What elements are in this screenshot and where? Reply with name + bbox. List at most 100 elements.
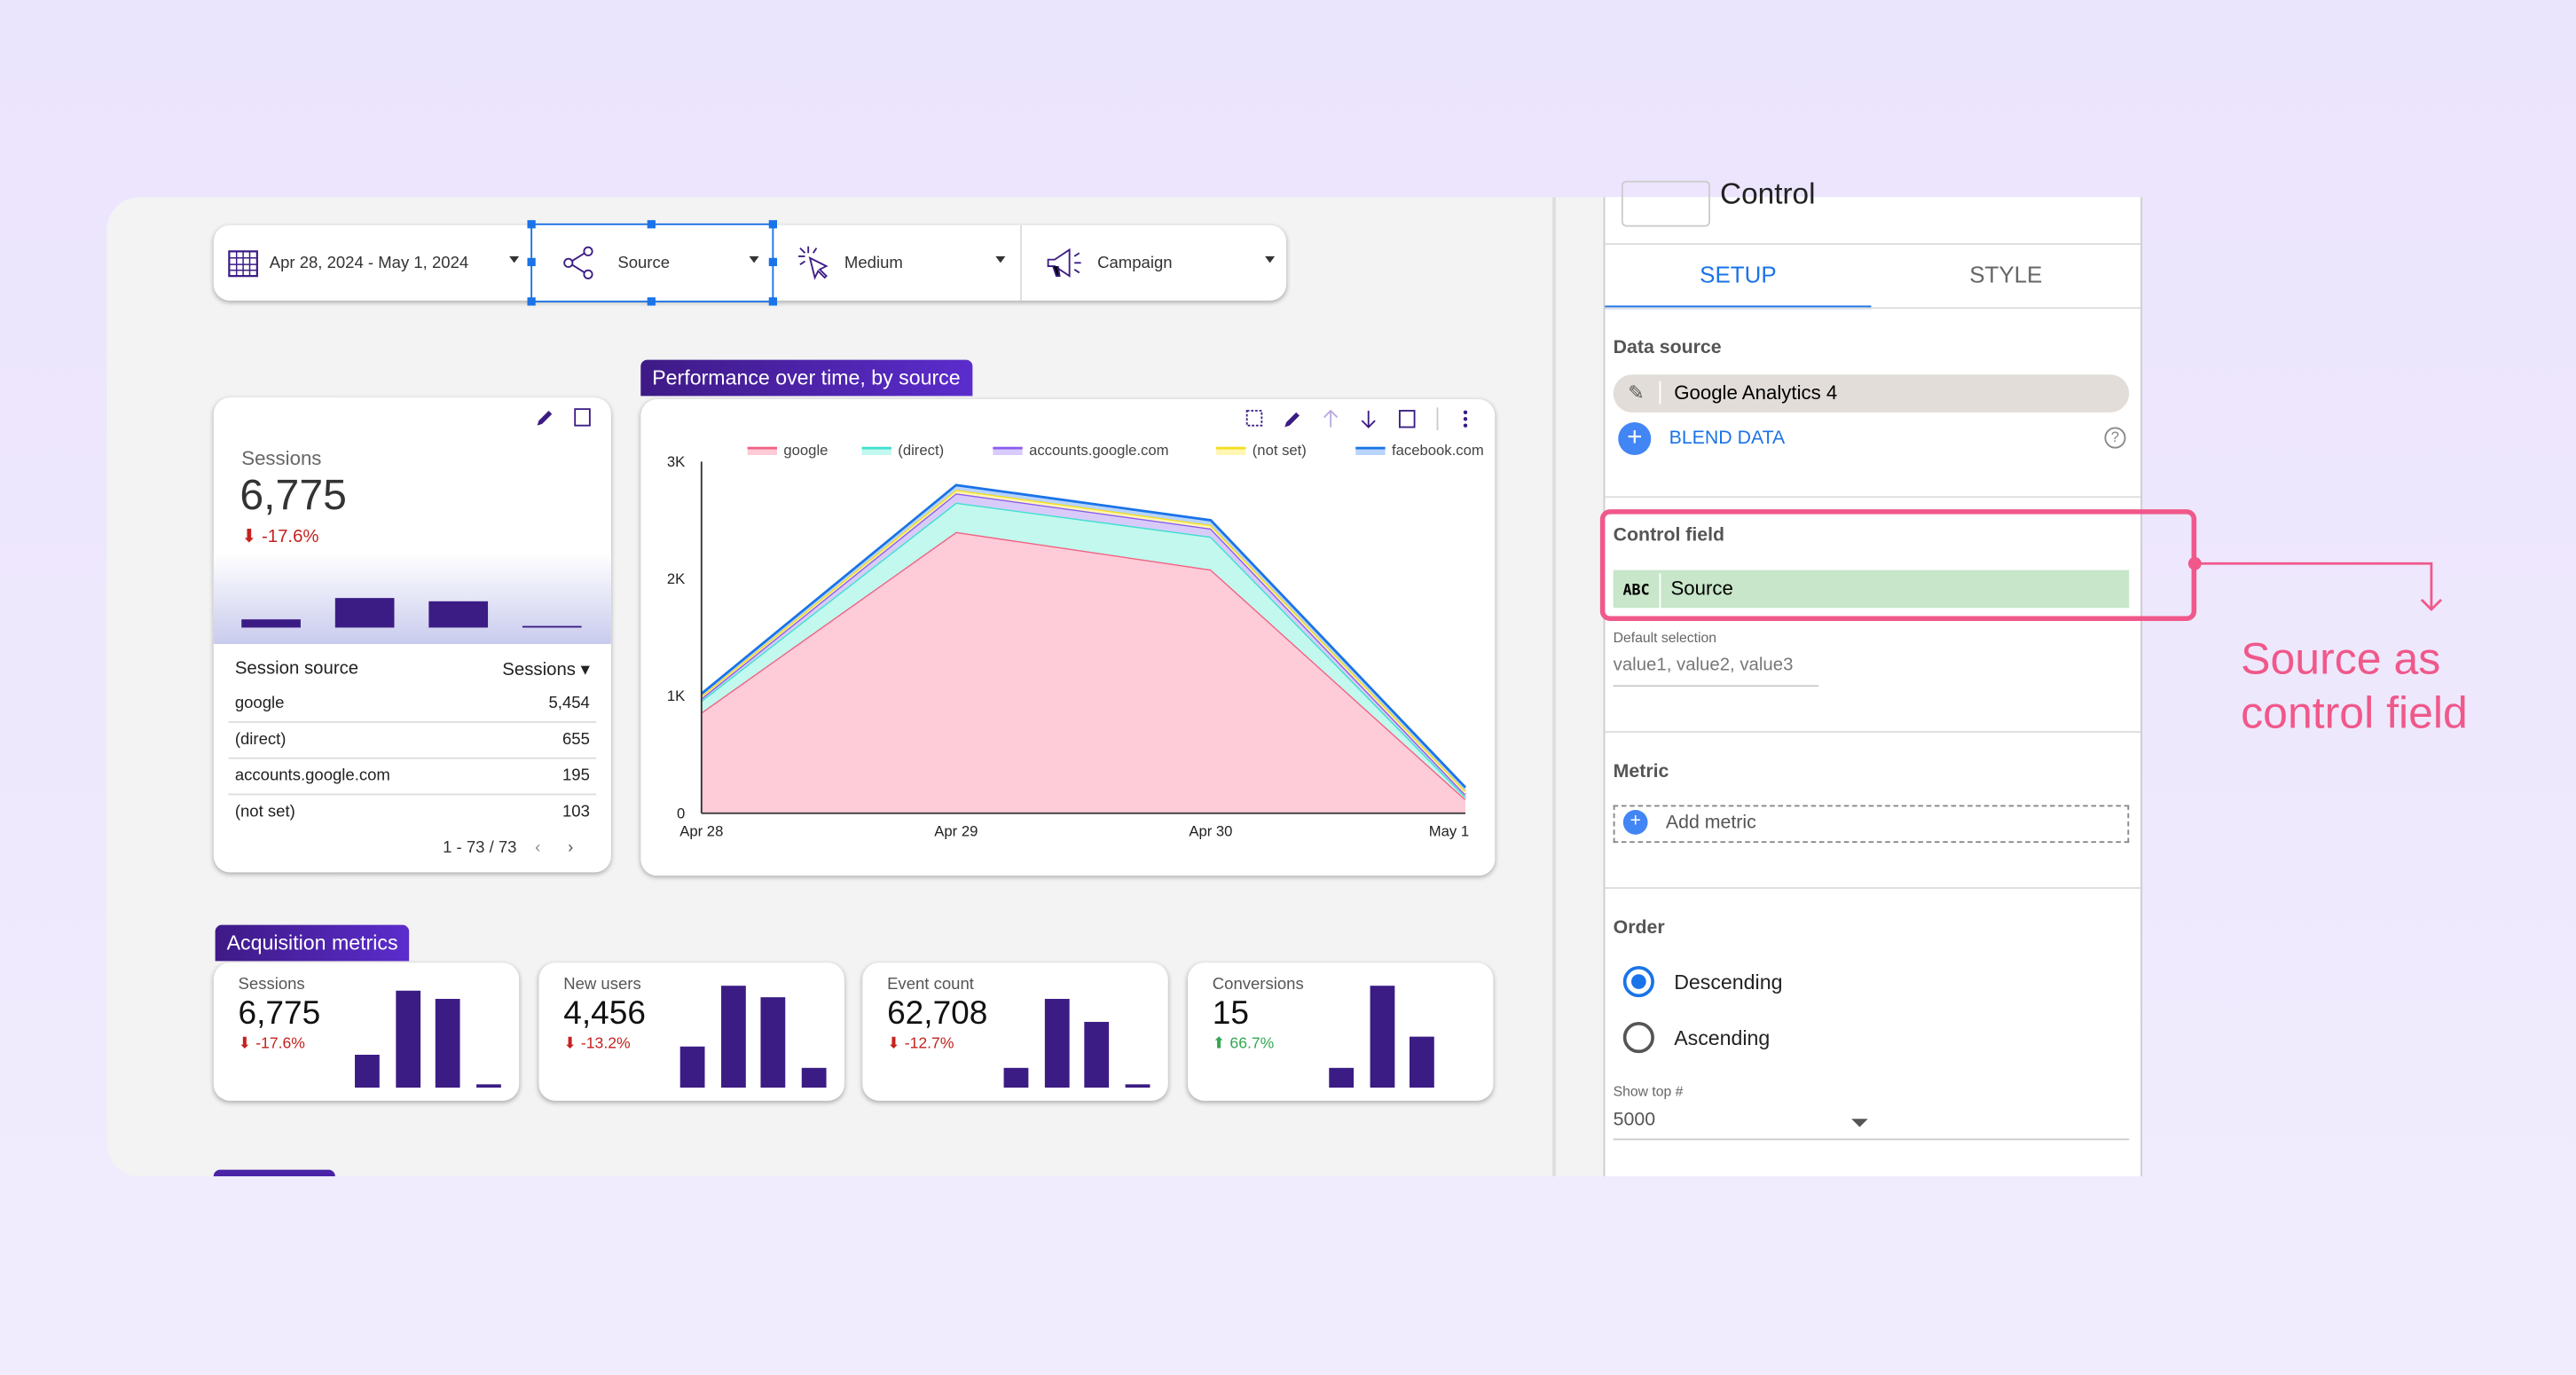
- chart-settings-icon: [574, 408, 591, 427]
- share-icon: [563, 246, 593, 279]
- legend-label: facebook.com: [1392, 442, 1484, 459]
- legend-label: (direct): [898, 442, 944, 459]
- metric-label: Metric: [1613, 762, 1669, 782]
- annotation-highlight-box: [1599, 509, 2197, 622]
- table-header: Session source Sessions ▾: [234, 658, 590, 680]
- sessions-value: 6,775: [240, 469, 347, 520]
- stage: Apr 28, 2024 - May 1, 2024 Source Medium…: [0, 0, 2576, 1375]
- medium-control[interactable]: Medium: [775, 225, 1018, 301]
- scorecard-event-count[interactable]: Event count 62,708 ⬇ -12.7%: [862, 962, 1168, 1101]
- legend-label: accounts.google.com: [1029, 442, 1168, 459]
- scorecard-bar: [679, 1047, 705, 1088]
- scorecard-bar: [435, 999, 460, 1088]
- add-icon: +: [1622, 810, 1648, 836]
- control-type-icon: [1621, 180, 1710, 227]
- arrow-up-icon[interactable]: [1323, 409, 1339, 428]
- scorecard-bar: [720, 986, 745, 1088]
- radio-ascending[interactable]: Ascending: [1622, 1021, 1770, 1054]
- y-tick-label: 3K: [667, 453, 685, 470]
- y-tick-label: 0: [677, 805, 685, 821]
- radio-checked-icon: [1622, 965, 1654, 998]
- table-row[interactable]: google 5,454: [228, 687, 597, 723]
- scorecard-bar: [1084, 1021, 1110, 1088]
- scorecard-label: Event count: [887, 976, 974, 994]
- section-tab: [213, 1169, 335, 1177]
- scorecard-change: ⬆ 66.7%: [1212, 1034, 1275, 1054]
- scorecard-bar: [1043, 999, 1069, 1088]
- legend-item[interactable]: (direct): [861, 442, 945, 459]
- edit-data-source-icon[interactable]: ✎: [1614, 374, 1660, 412]
- x-tick-label: Apr 30: [1189, 823, 1232, 840]
- scorecard-sessions[interactable]: Sessions 6,775 ⬇ -17.6%: [213, 962, 520, 1101]
- scorecard-new-users[interactable]: New users 4,456 ⬇ -13.2%: [538, 962, 844, 1101]
- annotation-text: Source as control field: [2241, 633, 2468, 738]
- date-range-label: Apr 28, 2024 - May 1, 2024: [269, 254, 469, 272]
- scorecard-label: Sessions: [238, 976, 305, 994]
- show-top-label: Show top #: [1613, 1082, 1684, 1099]
- acquisition-title: Acquisition metrics: [215, 924, 410, 962]
- more-icon[interactable]: [1463, 410, 1468, 428]
- scorecard-bar: [1369, 986, 1394, 1088]
- campaign-label: Campaign: [1097, 254, 1173, 272]
- y-tick-label: 1K: [667, 688, 685, 704]
- click-icon: [798, 246, 829, 280]
- trend-up-icon: ⬆: [1212, 1034, 1226, 1054]
- sessions-change: ⬇ -17.6%: [241, 527, 319, 547]
- blend-plus-icon[interactable]: +: [1618, 421, 1652, 456]
- trend-down-icon: ⬇: [563, 1034, 577, 1054]
- order-label: Order: [1613, 918, 1665, 939]
- help-icon[interactable]: ?: [2104, 427, 2126, 449]
- scorecard-bar: [475, 1083, 500, 1088]
- table-row[interactable]: (direct) 655: [228, 723, 597, 759]
- scorecard-bar: [1329, 1067, 1355, 1088]
- blend-data-button[interactable]: BLEND DATA: [1669, 428, 1786, 448]
- x-tick-label: Apr 29: [934, 823, 978, 840]
- source-table: Session source Sessions ▾ google 5,454 (dir…: [228, 652, 597, 868]
- legend-item[interactable]: (not set): [1216, 442, 1307, 459]
- add-metric-button[interactable]: + Add metric: [1613, 805, 2130, 844]
- card-toolbar: [537, 408, 591, 427]
- x-tick-label: Apr 28: [679, 823, 723, 840]
- data-source-chip[interactable]: ✎ Google Analytics 4: [1613, 374, 2130, 412]
- tab-setup[interactable]: SETUP: [1605, 243, 1872, 310]
- scorecard-value: 15: [1212, 995, 1249, 1033]
- panel-title: Control: [1720, 177, 1816, 211]
- legend-item[interactable]: accounts.google.com: [993, 442, 1168, 459]
- date-range-control[interactable]: Apr 28, 2024 - May 1, 2024: [214, 225, 532, 301]
- sessions-sort-header[interactable]: Sessions ▾: [502, 659, 590, 680]
- scorecard-bar: [395, 990, 420, 1088]
- legend-item[interactable]: facebook.com: [1355, 442, 1484, 459]
- next-page-button[interactable]: ›: [568, 839, 573, 857]
- chart-toolbar: [1245, 407, 1468, 431]
- radio-descending[interactable]: Descending: [1622, 965, 1782, 998]
- medium-label: Medium: [844, 254, 903, 272]
- sparkline-bar: [334, 598, 395, 628]
- edit-icon[interactable]: [1284, 412, 1300, 428]
- trend-down-icon: ⬇: [887, 1034, 900, 1054]
- prev-page-button[interactable]: ‹: [535, 839, 540, 857]
- table-row[interactable]: accounts.google.com 195: [228, 759, 597, 796]
- annotation-arrow: [2187, 556, 2443, 612]
- x-tick-label: May 1: [1429, 823, 1469, 840]
- scorecard-change: ⬇ -17.6%: [238, 1034, 305, 1054]
- campaign-control[interactable]: Campaign: [1020, 224, 1288, 301]
- scorecard-value: 4,456: [563, 995, 646, 1033]
- scorecard-bar: [760, 997, 786, 1088]
- arrow-down-icon[interactable]: [1361, 410, 1376, 428]
- tab-style[interactable]: STYLE: [1871, 243, 2140, 305]
- scorecard-bar: [1410, 1036, 1434, 1088]
- legend-item[interactable]: google: [747, 442, 829, 459]
- scorecard-conversions[interactable]: Conversions 15 ⬆ 66.7%: [1187, 962, 1494, 1101]
- sparkline-bar: [241, 618, 301, 628]
- default-selection-input[interactable]: value1, value2, value3: [1613, 656, 1819, 688]
- scorecard-label: Conversions: [1212, 976, 1304, 994]
- show-top-select[interactable]: 5000: [1613, 1111, 2130, 1141]
- chart-settings-icon[interactable]: [1398, 410, 1416, 428]
- table-row[interactable]: (not set) 103: [228, 795, 596, 829]
- scorecard-bar: [1124, 1084, 1150, 1088]
- megaphone-icon: [1047, 248, 1081, 278]
- source-control[interactable]: Source: [527, 220, 777, 306]
- select-icon[interactable]: [1245, 410, 1263, 427]
- scorecard-bar: [355, 1054, 380, 1088]
- sparkline-bar: [428, 600, 489, 628]
